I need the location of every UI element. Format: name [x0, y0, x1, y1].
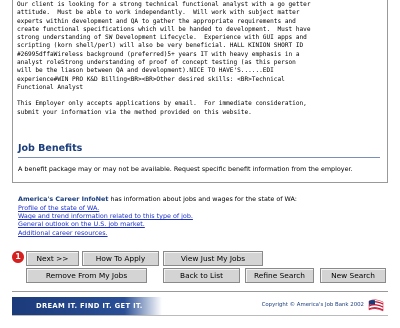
- refine-search-button[interactable]: Refine Search: [245, 268, 314, 283]
- footer-divider: [12, 291, 388, 292]
- career-infonet-brand: America's Career InfoNet: [18, 195, 109, 203]
- career-infonet-intro-text: has information about jobs and wages for…: [108, 195, 297, 203]
- job-detail-page: Our client is looking for a strong techn…: [10, 0, 391, 328]
- remove-from-my-jobs-button[interactable]: Remove From My Jobs: [26, 268, 147, 283]
- job-benefits-heading: Job Benefits: [18, 143, 83, 154]
- career-infonet-intro: America's Career InfoNet has information…: [18, 195, 388, 204]
- description-line: scripting (korn shell/perl) will also be…: [17, 42, 304, 50]
- link-career-resources[interactable]: Additional career resources.: [18, 229, 388, 237]
- description-line: Functional Analyst: [17, 83, 84, 91]
- footer-banner: DREAM IT. FIND IT. GET IT. Copyright © A…: [12, 297, 388, 316]
- description-line: experience#WIN PRO K&D Billing<BR><BR>Ot…: [17, 75, 285, 83]
- link-job-market-outlook[interactable]: General outlook on the U.S. job market.: [18, 220, 388, 228]
- step-number-badge: 1: [12, 251, 24, 263]
- link-state-profile[interactable]: Profile of the state of WA.: [18, 204, 388, 212]
- description-line: create functional specifications which w…: [17, 25, 311, 33]
- us-flag-icon: [368, 299, 384, 312]
- description-line: submit your information via the method p…: [17, 108, 252, 116]
- job-description-panel: Our client is looking for a strong techn…: [12, 0, 388, 183]
- description-line: will be the liason between QA and develo…: [17, 67, 274, 75]
- view-my-jobs-button[interactable]: View Just My Jobs: [163, 251, 263, 266]
- application-instructions: This Employer only accepts applications …: [17, 100, 387, 117]
- slogan-banner: DREAM IT. FIND IT. GET IT.: [12, 297, 162, 315]
- description-line: Our client is looking for a strong techn…: [17, 1, 311, 8]
- description-line: experts within development and QA to gat…: [17, 17, 296, 25]
- description-line: This Employer only accepts applications …: [17, 100, 307, 108]
- next-button[interactable]: Next >>: [26, 251, 79, 266]
- new-search-button[interactable]: New Search: [320, 268, 386, 283]
- how-to-apply-button[interactable]: How To Apply: [82, 251, 159, 266]
- back-to-list-button[interactable]: Back to List: [163, 268, 240, 283]
- description-line: #26995dffaWireless background (preferred…: [17, 50, 300, 58]
- description-line: attitude. Must be able to work independa…: [17, 9, 300, 17]
- job-benefits-divider: [18, 157, 380, 158]
- description-line: analyst roleStrong understanding of proo…: [17, 59, 296, 67]
- career-infonet-section: America's Career InfoNet has information…: [18, 195, 388, 237]
- job-benefits-text: A benefit package may or may not be avai…: [18, 165, 353, 173]
- link-wage-trend[interactable]: Wage and trend information related to th…: [18, 212, 388, 220]
- description-line: strong understanding of SW Development L…: [17, 34, 307, 42]
- job-description-text: Our client is looking for a strong techn…: [17, 1, 387, 92]
- copyright-text: Copyright © America's Job Bank 2002: [261, 302, 364, 308]
